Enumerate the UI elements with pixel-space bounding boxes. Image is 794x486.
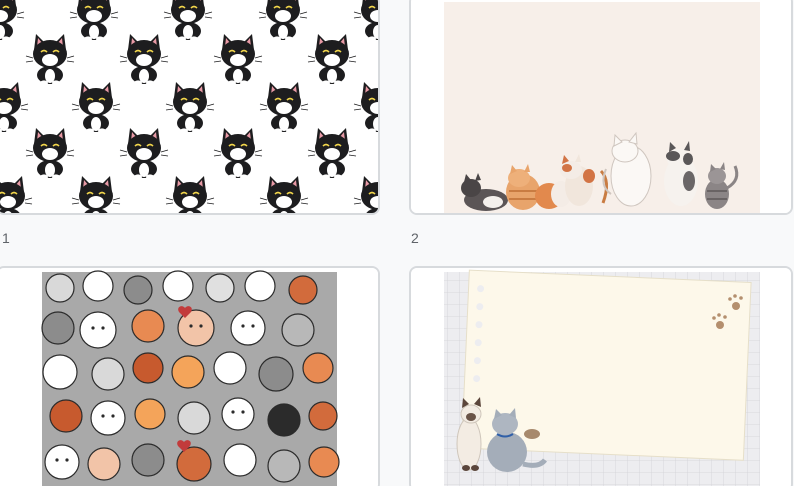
slide-grid: 1 2: [0, 0, 794, 486]
watercolor-cats-row-icon: [411, 0, 791, 213]
slide-2-canvas: [411, 0, 791, 213]
doodle-cats-collage-icon: [0, 268, 378, 486]
black-white-cat-pattern-icon: [0, 0, 378, 213]
slide-1-canvas: [0, 0, 378, 213]
slide-thumbnail-3[interactable]: [0, 266, 380, 486]
slide-thumbnail-4[interactable]: [409, 266, 793, 486]
notebook-paper-cats-icon: [411, 268, 791, 486]
slide-4-canvas: [411, 268, 791, 486]
slide-number-2: 2: [411, 230, 419, 246]
slide-thumbnail-1[interactable]: [0, 0, 380, 215]
slide-thumbnail-2[interactable]: [409, 0, 793, 215]
slide-number-1: 1: [2, 230, 10, 246]
slide-3-canvas: [0, 268, 378, 486]
